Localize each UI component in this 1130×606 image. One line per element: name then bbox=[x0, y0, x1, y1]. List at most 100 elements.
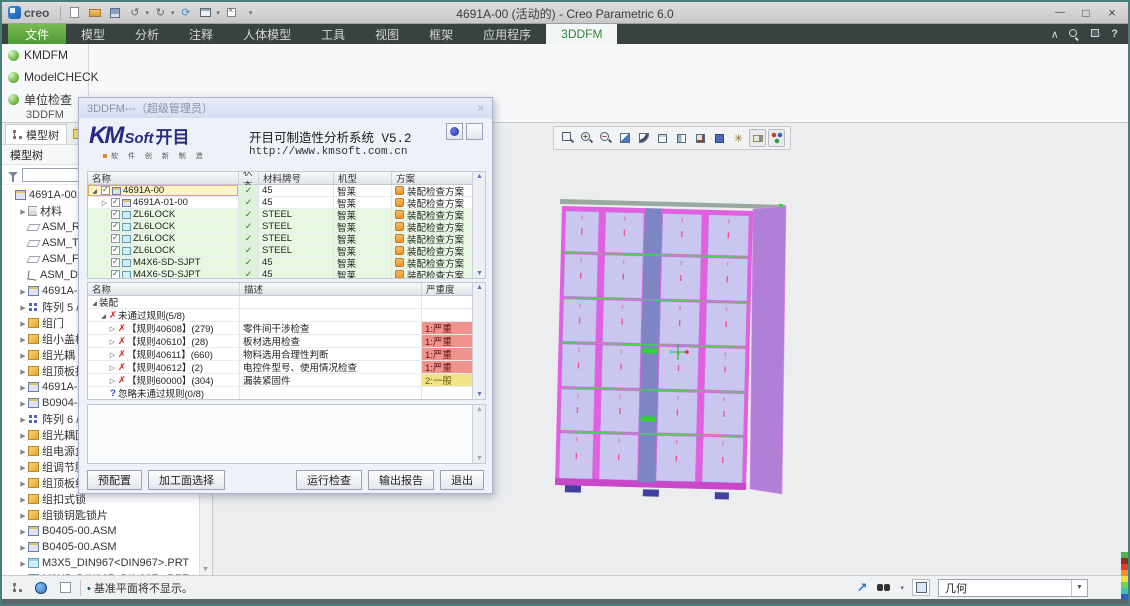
checkbox-icon[interactable] bbox=[111, 258, 120, 267]
tree-item[interactable]: 组锁钥匙锁片 bbox=[2, 507, 199, 523]
settings-button[interactable] bbox=[446, 123, 463, 140]
zoom-out-icon[interactable]: − bbox=[597, 129, 614, 147]
save-icon[interactable] bbox=[106, 5, 123, 21]
ribbon-tab-文件[interactable]: 文件 bbox=[8, 24, 66, 44]
checkbox-icon[interactable] bbox=[111, 234, 120, 243]
redo-dropdown-icon[interactable]: ▾ bbox=[171, 9, 175, 17]
ribbon-tab-框架[interactable]: 框架 bbox=[414, 24, 468, 44]
redo-icon[interactable]: ↻ bbox=[152, 5, 169, 21]
window-dropdown-icon[interactable]: ▾ bbox=[216, 9, 220, 17]
box-select-icon[interactable] bbox=[912, 579, 930, 596]
parts-row[interactable]: ZL6LOCKSTEEL智莱装配检查方案 bbox=[88, 221, 485, 233]
tab-model-tree[interactable]: 模型树 bbox=[5, 124, 67, 144]
expand-arrow-icon[interactable] bbox=[18, 445, 28, 457]
column-header[interactable]: 严重度 bbox=[422, 283, 474, 295]
ribbon-tab-工具[interactable]: 工具 bbox=[306, 24, 360, 44]
expand-arrow-icon[interactable] bbox=[18, 301, 28, 313]
column-header[interactable]: 状态 bbox=[239, 172, 259, 184]
datum-display-icon[interactable] bbox=[730, 129, 747, 147]
expand-arrow-icon[interactable] bbox=[18, 429, 28, 441]
filter-icon[interactable] bbox=[8, 172, 18, 177]
open-file-icon[interactable] bbox=[86, 5, 103, 21]
dialog-close-icon[interactable]: × bbox=[477, 101, 484, 115]
close-button[interactable] bbox=[1100, 5, 1124, 21]
3d-navigate-icon[interactable]: ↗ bbox=[857, 580, 868, 596]
column-header[interactable]: 名称 bbox=[88, 172, 239, 184]
expander-icon[interactable] bbox=[108, 336, 117, 347]
help-button[interactable] bbox=[466, 123, 483, 140]
undo-dropdown-icon[interactable]: ▾ bbox=[145, 9, 149, 17]
expand-arrow-icon[interactable] bbox=[18, 493, 28, 505]
parts-row[interactable]: ZL6LOCKSTEEL智莱装配检查方案 bbox=[88, 245, 485, 257]
find-icon[interactable] bbox=[875, 579, 893, 596]
annotation-display-icon[interactable] bbox=[749, 129, 766, 147]
expand-arrow-icon[interactable] bbox=[18, 557, 28, 569]
button-预配置[interactable]: 预配置 bbox=[87, 470, 142, 490]
ribbon-tab-分析[interactable]: 分析 bbox=[120, 24, 174, 44]
ribbon-tab-注释[interactable]: 注释 bbox=[174, 24, 228, 44]
result-row[interactable]: 【规则40608】(279)零件间干涉检查1:严重 bbox=[88, 322, 485, 335]
checkbox-icon[interactable] bbox=[111, 246, 120, 255]
expander-icon[interactable] bbox=[108, 323, 117, 334]
display-style-icon[interactable] bbox=[654, 129, 671, 147]
close-window-icon[interactable] bbox=[223, 5, 240, 21]
expander-icon[interactable] bbox=[90, 297, 99, 308]
minimize-button[interactable] bbox=[1048, 5, 1072, 21]
result-row[interactable]: 【规则40611】(660)物料选用合理性判断1:严重 bbox=[88, 348, 485, 361]
result-row[interactable]: 未通过规则(5/8) bbox=[88, 309, 485, 322]
window-switch-icon[interactable] bbox=[197, 5, 214, 21]
parts-table-scrollbar[interactable] bbox=[472, 172, 485, 278]
repaint-icon[interactable] bbox=[616, 129, 633, 147]
result-row[interactable]: 忽略未通过规则(0/8) bbox=[88, 387, 485, 400]
expander-icon[interactable] bbox=[108, 375, 117, 386]
refit-icon[interactable] bbox=[559, 129, 576, 147]
tree-item[interactable]: B0405-00.ASM bbox=[2, 523, 199, 539]
undo-icon[interactable]: ↺ bbox=[126, 5, 143, 21]
dialog-title-bar[interactable]: 3DDFM---（超级管理员） × bbox=[79, 98, 492, 118]
checkbox-icon[interactable] bbox=[111, 222, 120, 231]
tree-item[interactable]: B0405-00.ASM bbox=[2, 539, 199, 555]
tree-item[interactable]: M3X5_DIN967<DIN967>.PRT bbox=[2, 555, 199, 571]
expand-arrow-icon[interactable] bbox=[18, 205, 28, 217]
result-row[interactable]: 【规则40612】(2)电控件型号、使用情况检查1:严重 bbox=[88, 361, 485, 374]
model-tree-toggle-icon[interactable] bbox=[8, 579, 26, 596]
spin-center-icon[interactable] bbox=[768, 129, 785, 147]
expander-icon[interactable] bbox=[90, 185, 99, 196]
ribbon-tab-应用程序[interactable]: 应用程序 bbox=[468, 24, 546, 44]
expander-icon[interactable] bbox=[108, 349, 117, 360]
checkbox-icon[interactable] bbox=[111, 270, 120, 279]
new-file-icon[interactable] bbox=[66, 5, 83, 21]
placeholder-icon[interactable] bbox=[56, 579, 74, 596]
expand-arrow-icon[interactable] bbox=[18, 381, 28, 393]
selection-filter-combo[interactable]: 几何 ▼ bbox=[938, 579, 1088, 597]
quick-access-more-icon[interactable]: ▾ bbox=[249, 9, 253, 17]
expand-arrow-icon[interactable] bbox=[18, 477, 28, 489]
web-browser-icon[interactable] bbox=[32, 579, 50, 596]
checkbox-icon[interactable] bbox=[101, 186, 110, 195]
regenerate-icon[interactable]: ⟳ bbox=[177, 5, 194, 21]
column-header[interactable]: 描述 bbox=[240, 283, 422, 295]
dfm-button-ModelCHECK[interactable]: ModelCHECK bbox=[2, 66, 88, 88]
checkbox-icon[interactable] bbox=[111, 210, 120, 219]
expand-arrow-icon[interactable] bbox=[18, 333, 28, 345]
selection-filter-dropdown-icon[interactable]: ▼ bbox=[1071, 580, 1087, 596]
expand-arrow-icon[interactable] bbox=[18, 349, 28, 361]
parts-row[interactable]: 4691A-0045智莱装配检查方案 bbox=[88, 185, 485, 197]
button-加工面选择[interactable]: 加工面选择 bbox=[148, 470, 225, 490]
expand-arrow-icon[interactable] bbox=[18, 525, 28, 537]
expand-arrow-icon[interactable] bbox=[18, 397, 28, 409]
ribbon-tab-3DDFM[interactable]: 3DDFM bbox=[546, 24, 617, 44]
expand-arrow-icon[interactable] bbox=[18, 541, 28, 553]
expand-arrow-icon[interactable] bbox=[18, 317, 28, 329]
message-box-scrollbar[interactable] bbox=[472, 405, 485, 463]
dfm-button-KMDFM[interactable]: KMDFM bbox=[2, 44, 88, 66]
dfm-button-单位检查[interactable]: 单位检查 bbox=[2, 88, 88, 110]
expander-icon[interactable] bbox=[99, 310, 108, 321]
parts-row[interactable]: ZL6LOCKSTEEL智莱装配检查方案 bbox=[88, 209, 485, 221]
model-viewport[interactable] bbox=[540, 180, 850, 510]
checkbox-icon[interactable] bbox=[111, 198, 120, 207]
result-row[interactable]: 【规则40610】(28)板材选用检查1:严重 bbox=[88, 335, 485, 348]
expand-arrow-icon[interactable] bbox=[18, 413, 28, 425]
results-table-scrollbar[interactable] bbox=[472, 283, 485, 399]
expand-arrow-icon[interactable] bbox=[18, 461, 28, 473]
